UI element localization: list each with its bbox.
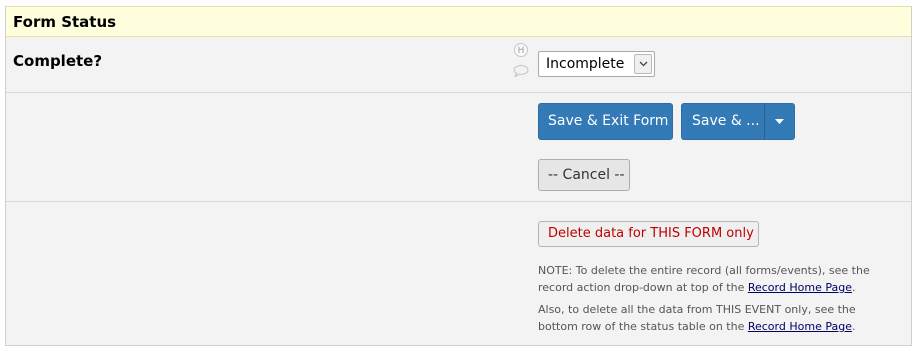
cancel-button[interactable]: -- Cancel -- <box>538 159 630 191</box>
save-options-dropdown-button[interactable] <box>764 103 795 140</box>
save-exit-form-label: Save & Exit Form <box>548 113 669 129</box>
comment-icon[interactable] <box>513 65 529 77</box>
delete-row: Delete data for THIS FORM only NOTE: To … <box>6 202 911 345</box>
save-exit-form-button[interactable]: Save & Exit Form <box>538 103 673 140</box>
form-status-title: Form Status <box>13 13 117 31</box>
record-home-page-link[interactable]: Record Home Page <box>748 281 852 294</box>
delete-event-note: Also, to delete all the data from THIS E… <box>538 301 898 335</box>
cancel-label: -- Cancel -- <box>548 167 625 183</box>
complete-row: Complete? H Incomplete <box>6 37 911 93</box>
complete-status-select[interactable]: Incomplete <box>538 51 655 77</box>
delete-form-data-label: Delete data for THIS FORM only <box>548 226 754 241</box>
delete-event-note-end: . <box>851 320 856 333</box>
form-status-panel: Form Status Complete? H Incomplete Save … <box>5 6 912 346</box>
caret-down-icon <box>775 119 784 124</box>
record-home-page-link-2[interactable]: Record Home Page <box>748 320 852 333</box>
chevron-down-icon[interactable] <box>634 54 652 74</box>
form-status-header: Form Status <box>6 6 911 37</box>
delete-form-data-button[interactable]: Delete data for THIS FORM only <box>538 221 759 247</box>
complete-label: Complete? <box>13 52 103 70</box>
delete-record-note: NOTE: To delete the entire record (all f… <box>538 262 898 296</box>
save-actions-row: Save & Exit Form Save & ... -- Cancel -- <box>6 93 911 202</box>
complete-status-value: Incomplete <box>546 56 625 72</box>
save-and-more-button[interactable]: Save & ... <box>681 103 765 140</box>
history-icon[interactable]: H <box>514 43 528 57</box>
save-and-more-label: Save & ... <box>692 113 760 129</box>
delete-record-note-end: . <box>851 281 856 294</box>
